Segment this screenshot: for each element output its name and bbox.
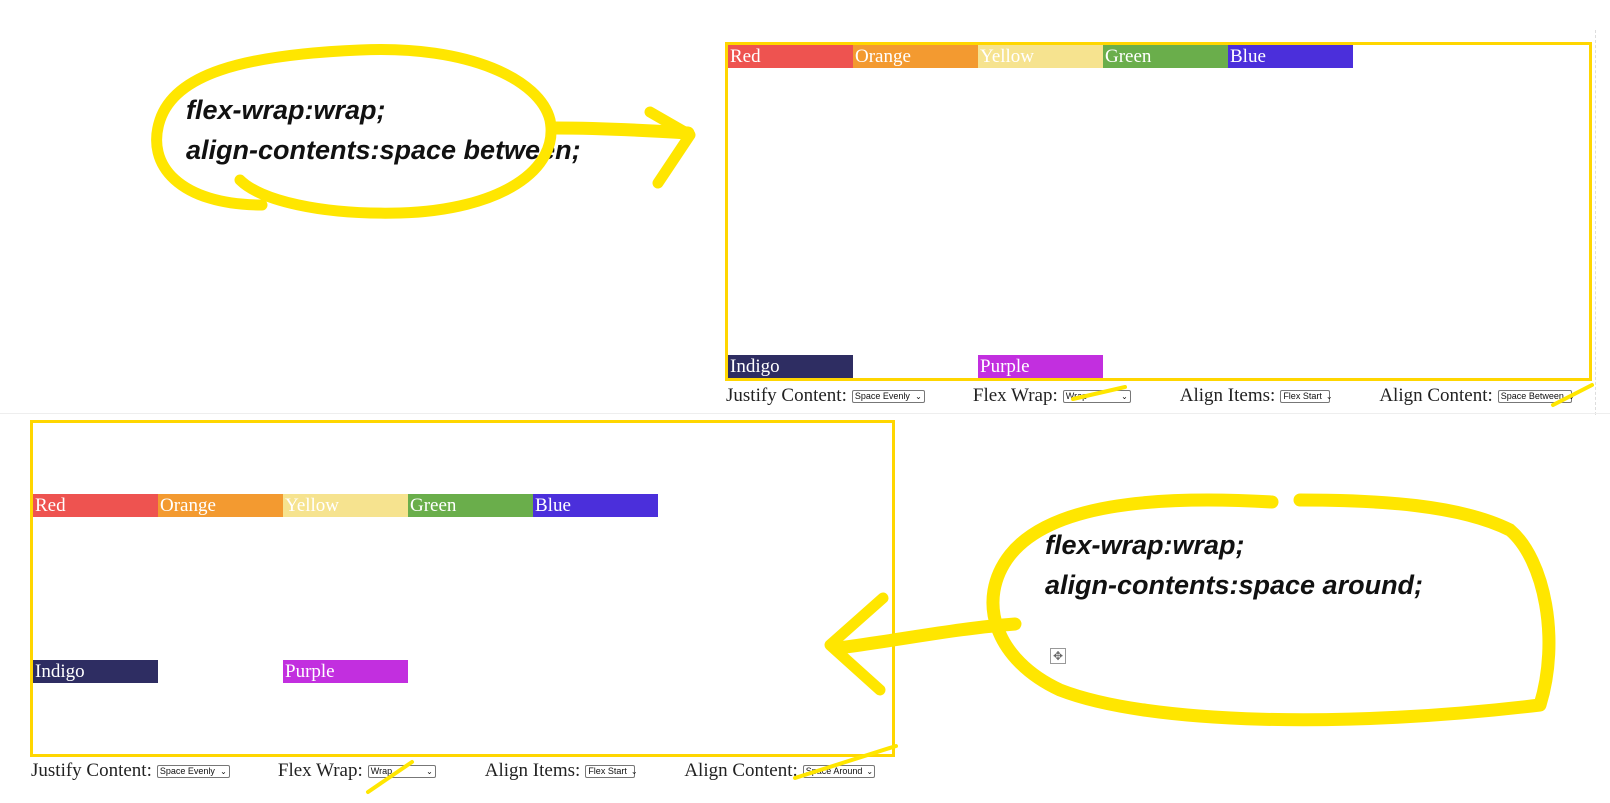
flex-item-blue: Blue [533,494,658,518]
chevron-down-icon: ⌄ [866,766,874,776]
annotation-top-line1: flex-wrap:wrap; [186,95,386,125]
flex-container-space-between: Red Orange Yellow Green Blue Indigo Purple [725,42,1592,381]
align-content-select[interactable]: Space Between ⌄ [1497,389,1575,403]
annotation-bottom-line1: flex-wrap:wrap; [1045,530,1245,560]
align-content-control: Align Content: Space Between ⌄ [1379,385,1575,407]
flex-wrap-label: Flex Wrap: [277,760,363,781]
flex-item-blue: Blue [1228,45,1353,68]
justify-content-label: Justify Content: [31,760,152,781]
flex-wrap-label: Flex Wrap: [972,385,1058,406]
annotation-bottom: flex-wrap:wrap; align-contents:space aro… [1045,525,1423,605]
chevron-down-icon: ⌄ [915,391,922,401]
flex-item-indigo: Indigo [33,659,158,683]
bottom-controls: Justify Content: Space Evenly ⌄ Flex Wrap… [31,760,875,782]
align-items-control: Align Items: Flex Start ⌄ [1179,385,1333,407]
align-items-label: Align Items: [1179,385,1276,406]
justify-content-select[interactable]: Space Evenly ⌄ [851,389,925,403]
align-items-select[interactable]: Flex Start ⌄ [1280,389,1333,403]
chevron-down-icon: ⌄ [220,766,227,776]
annotation-top: flex-wrap:wrap; align-contents:space bet… [186,90,581,170]
flex-item-red: Red [728,45,853,68]
align-content-label: Align Content: [684,760,798,781]
annotation-top-line2: align-contents:space between; [186,135,581,165]
flex-item-orange: Orange [158,494,283,518]
move-handle-icon[interactable]: ✥ [1050,648,1066,664]
chevron-down-icon: ⌄ [1325,391,1333,401]
annotation-bottom-line2: align-contents:space around; [1045,570,1424,600]
flex-item-yellow: Yellow [283,494,408,518]
justify-content-control: Justify Content: Space Evenly ⌄ [31,760,230,782]
align-items-control: Align Items: Flex Start ⌄ [484,760,638,782]
flex-item-green: Green [408,494,533,518]
flex-container-space-around: Red Orange Yellow Green Blue Indigo Purple [30,420,895,757]
flex-wrap-control: Flex Wrap: Wrap ⌄ [278,760,436,782]
chevron-down-icon: ⌄ [1567,391,1575,401]
align-items-select[interactable]: Flex Start ⌄ [585,764,638,778]
flex-wrap-select[interactable]: Wrap ⌄ [1062,389,1131,403]
justify-content-select[interactable]: Space Evenly ⌄ [156,764,230,778]
chevron-down-icon: ⌄ [1121,391,1128,401]
align-content-label: Align Content: [1379,385,1493,406]
align-items-label: Align Items: [484,760,581,781]
align-content-control: Align Content: Space Around ⌄ [684,760,875,782]
highlight-arrowhead-top [644,106,696,189]
chevron-down-icon: ⌄ [426,766,433,776]
flex-item-green: Green [1103,45,1228,68]
justify-content-control: Justify Content: Space Evenly ⌄ [726,385,925,407]
flex-item-indigo: Indigo [728,355,853,378]
justify-content-label: Justify Content: [726,385,847,406]
flex-wrap-select[interactable]: Wrap ⌄ [367,764,436,778]
flex-item-purple: Purple [283,659,408,683]
flex-item-red: Red [33,494,158,518]
chevron-down-icon: ⌄ [630,766,638,776]
top-controls: Justify Content: Space Evenly ⌄ Flex Wrap… [726,385,1575,407]
flex-item-yellow: Yellow [978,45,1103,68]
flex-item-orange: Orange [853,45,978,68]
flex-wrap-control: Flex Wrap: Wrap ⌄ [973,385,1131,407]
align-content-select[interactable]: Space Around ⌄ [802,764,875,778]
flex-item-purple: Purple [978,355,1103,378]
